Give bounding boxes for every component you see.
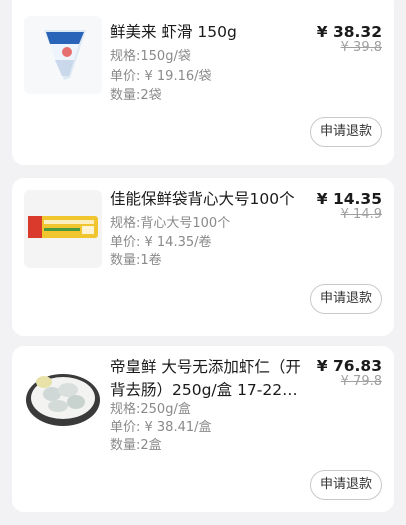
refund-button[interactable]: 申请退款 (310, 117, 382, 147)
product-quantity: 数量:2袋 (110, 88, 162, 103)
product-unit-price: 单价: ¥ 38.41/盒 (110, 420, 212, 435)
refund-button[interactable]: 申请退款 (310, 284, 382, 314)
original-price: ¥ 79.8 (340, 374, 382, 389)
original-price: ¥ 14.9 (340, 207, 382, 222)
order-item-card: 佳能保鲜袋背心大号100个 ¥ 14.35 ¥ 14.9 规格:背心大号100个… (12, 178, 394, 336)
product-title[interactable]: 帝皇鲜 大号无添加虾仁（开背去肠）250g/盒 17-22… (110, 356, 310, 402)
product-spec: 规格:背心大号100个 (110, 216, 231, 231)
product-unit-price: 单价: ¥ 14.35/卷 (110, 235, 212, 250)
product-price: ¥ 38.32 (316, 23, 382, 41)
product-quantity: 数量:2盒 (110, 438, 162, 453)
product-title[interactable]: 鲜美来 虾滑 150g (110, 21, 310, 44)
refund-button[interactable]: 申请退款 (310, 470, 382, 500)
product-title[interactable]: 佳能保鲜袋背心大号100个 (110, 188, 310, 211)
original-price: ¥ 39.8 (340, 40, 382, 55)
product-price: ¥ 76.83 (316, 357, 382, 375)
product-spec: 规格:150g/袋 (110, 49, 191, 64)
order-item-card: 帝皇鲜 大号无添加虾仁（开背去肠）250g/盒 17-22… ¥ 76.83 ¥… (12, 346, 394, 512)
product-unit-price: 单价: ¥ 19.16/袋 (110, 69, 212, 84)
product-image-shrimp[interactable] (24, 356, 102, 434)
product-spec: 规格:250g/盒 (110, 402, 191, 417)
product-image-fresh-bag[interactable] (24, 190, 102, 268)
product-quantity: 数量:1卷 (110, 253, 162, 268)
product-price: ¥ 14.35 (316, 190, 382, 208)
product-image-shrimp-paste[interactable] (24, 16, 102, 94)
order-item-card: 鲜美来 虾滑 150g ¥ 38.32 ¥ 39.8 规格:150g/袋 单价:… (12, 0, 394, 165)
